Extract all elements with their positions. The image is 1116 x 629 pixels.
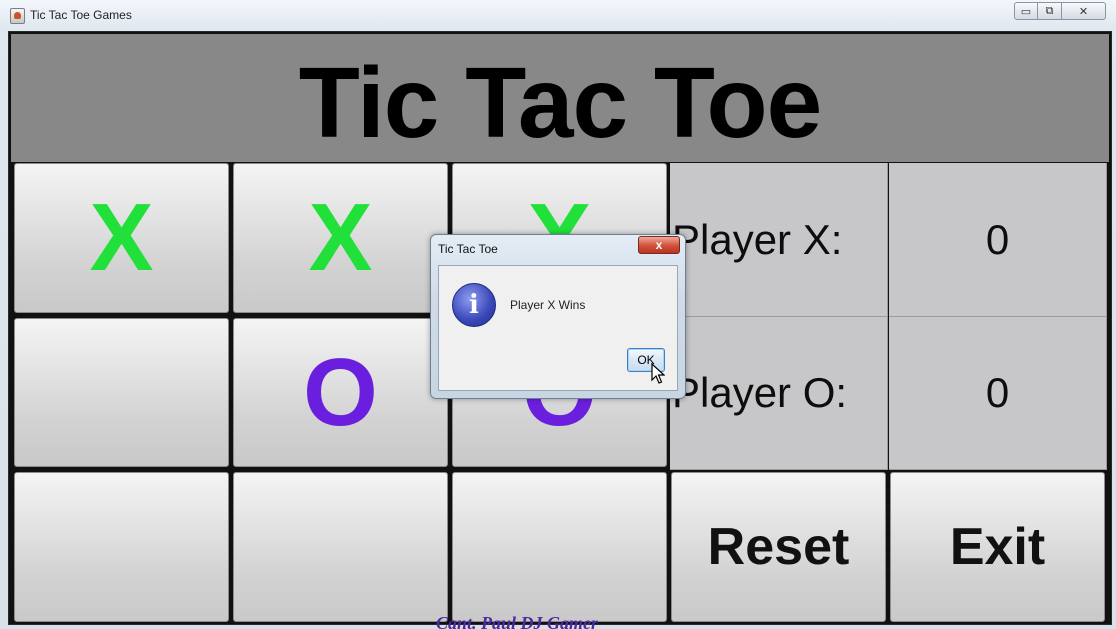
dialog-body: i Player X Wins OK	[438, 265, 678, 391]
dialog-title: Tic Tac Toe	[438, 242, 498, 256]
board-cell-1-1[interactable]: O	[233, 318, 448, 467]
message-dialog: Tic Tac Toe x i Player X Wins OK	[430, 234, 686, 399]
player-x-score: 0	[985, 215, 1010, 263]
minimize-button[interactable]: ▭	[1014, 2, 1038, 20]
close-button[interactable]: ✕	[1062, 2, 1106, 20]
board-cell-0-1[interactable]: X	[233, 163, 448, 313]
player-o-score-panel: 0	[889, 317, 1107, 470]
page-title: Tic Tac Toe	[298, 46, 822, 159]
board-cell-mark: X	[308, 184, 373, 291]
board-cell-2-0[interactable]	[14, 472, 229, 622]
board-cell-mark: O	[303, 338, 378, 446]
header: Tic Tac Toe	[11, 34, 1109, 162]
player-o-score: 0	[985, 369, 1010, 416]
dialog-message: Player X Wins	[510, 298, 586, 312]
player-o-label: Player O:	[672, 369, 848, 416]
player-x-label: Player X:	[672, 215, 843, 263]
board-cell-2-1[interactable]	[233, 472, 448, 622]
watermark: Cant. Paul DJ Gamer	[436, 613, 599, 629]
dialog-close-button[interactable]: x	[638, 236, 680, 254]
player-o-label-panel: Player O:	[670, 317, 888, 470]
exit-button[interactable]: Exit	[890, 472, 1105, 622]
info-icon: i	[452, 283, 496, 327]
board-cell-0-0[interactable]: X	[14, 163, 229, 313]
reset-label: Reset	[707, 518, 850, 576]
maximize-button[interactable]: ⧉	[1038, 2, 1062, 20]
board-cell-2-2[interactable]	[452, 472, 667, 622]
window-title: Tic Tac Toe Games	[30, 8, 132, 22]
board-cell-1-0[interactable]	[14, 318, 229, 467]
board-cell-mark: X	[89, 184, 154, 291]
title-bar[interactable]: Tic Tac Toe Games ▭ ⧉ ✕	[0, 0, 1116, 30]
player-x-score-panel: 0	[889, 163, 1107, 317]
app-window: Tic Tac Toe Games ▭ ⧉ ✕ Tic Tac Toe X X …	[0, 0, 1116, 629]
java-app-icon	[10, 8, 25, 24]
player-x-label-panel: Player X:	[670, 163, 888, 317]
reset-button[interactable]: Reset	[671, 472, 886, 622]
exit-label: Exit	[949, 518, 1046, 576]
